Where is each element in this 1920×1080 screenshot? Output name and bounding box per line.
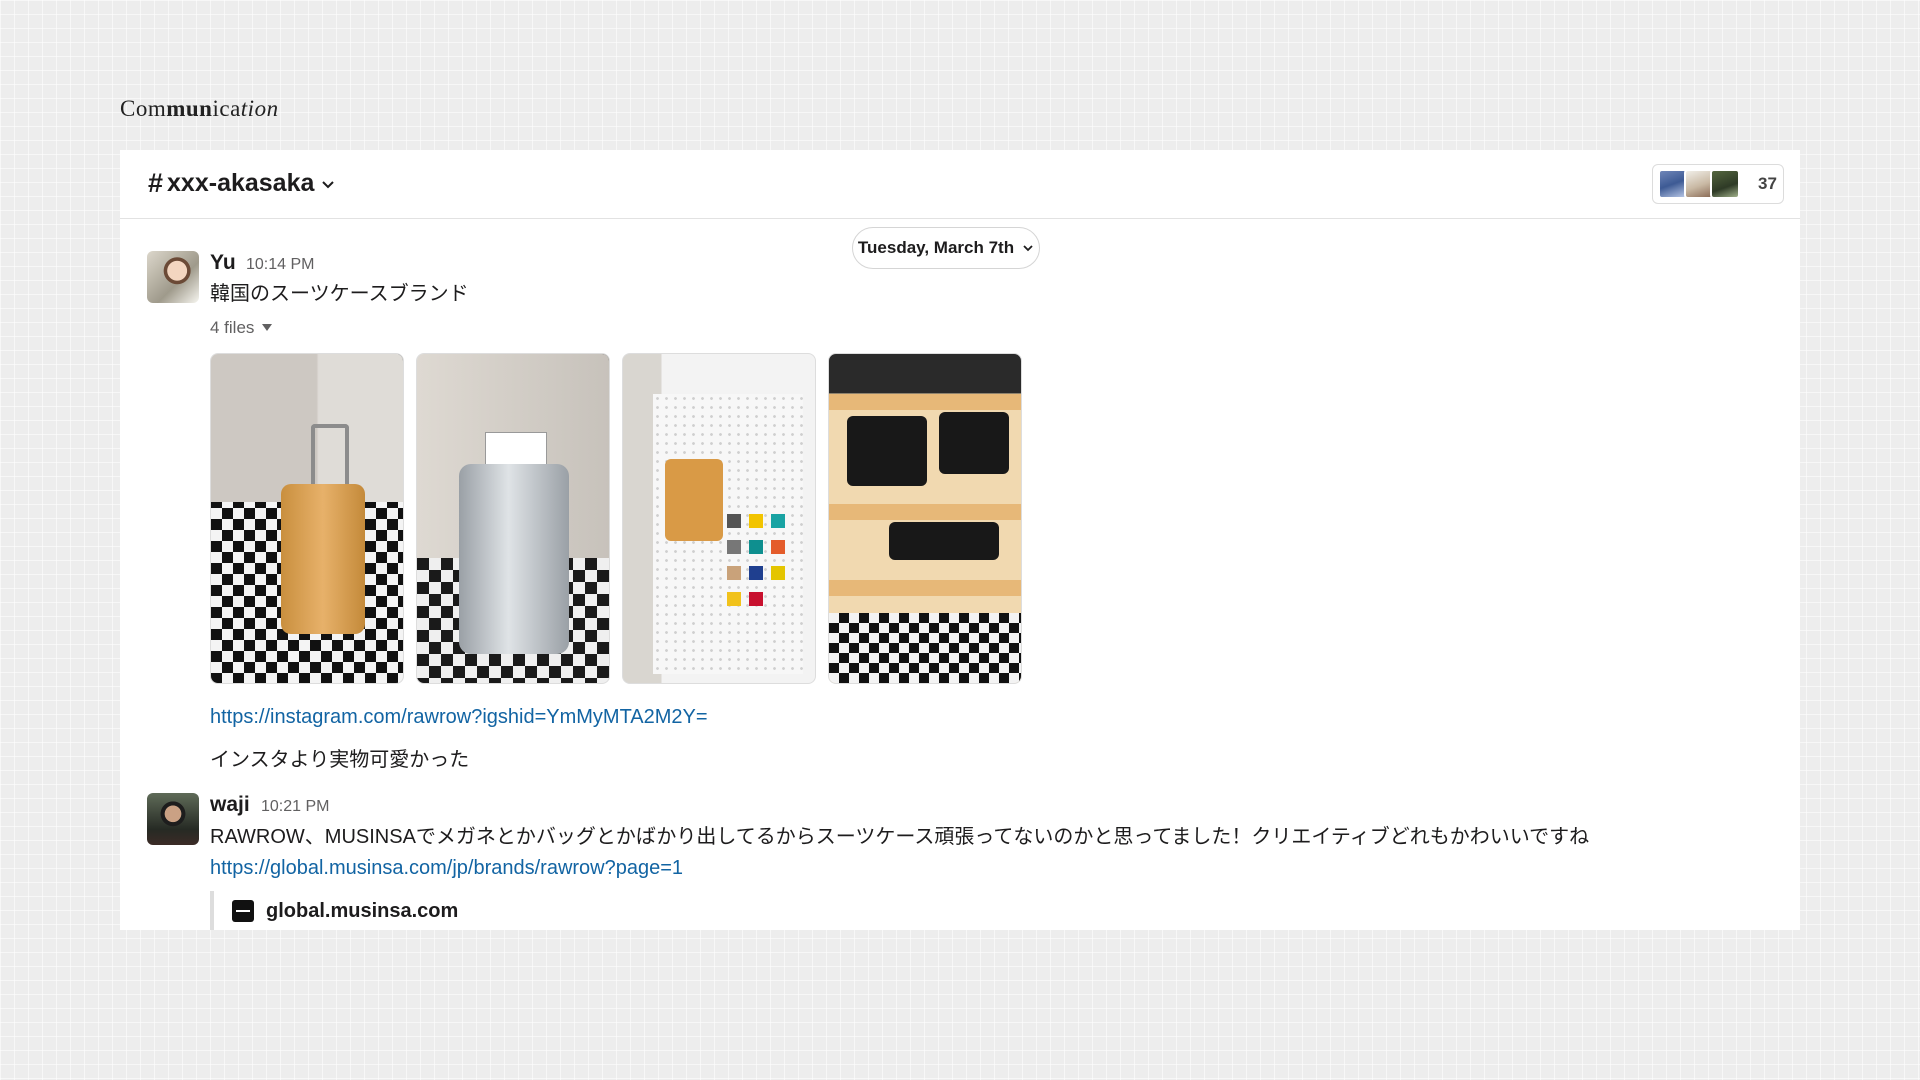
date-label: Tuesday, March 7th [857,238,1015,257]
member-avatar [1710,169,1740,199]
swatch [771,540,785,554]
channel-header: # xxx-akasaka 37 [120,150,1800,219]
message-author[interactable]: waji [210,793,250,817]
chevron-down-icon [1023,245,1033,252]
swatch [749,566,763,580]
bag-shape [847,416,927,486]
brand-part-1: Com [120,96,167,121]
brand-part-2: mun [166,96,213,121]
shelf [829,504,1021,520]
shelf [829,394,1021,410]
swatch [771,514,785,528]
instagram-link[interactable]: https://instagram.com/rawrow?igshid=YmMy… [210,703,708,731]
image-thumbnail-bag-shelves[interactable] [828,353,1022,684]
chevron-down-icon [322,180,335,188]
image-thumbnail-display-board[interactable] [622,353,816,684]
swatch [727,566,741,580]
link-preview[interactable]: global.musinsa.com [210,891,458,930]
avatar[interactable] [147,251,199,303]
image-thumbnail-silver-suitcase[interactable] [416,353,610,684]
message-timestamp[interactable]: 10:21 PM [261,798,329,816]
site-favicon-icon [232,900,254,922]
channel-name-button[interactable]: # xxx-akasaka [148,168,336,199]
message-author[interactable]: Yu [210,251,236,275]
swatch [727,514,741,528]
files-count-label: 4 files [210,318,255,337]
suitcase-shape [665,459,723,541]
message-text: インスタより実物可愛かった [210,749,470,771]
slack-panel: # xxx-akasaka 37 Tuesday, March 7th Yu 1… [120,150,1800,930]
files-toggle[interactable]: 4 files [210,318,273,338]
suitcase-shape [459,464,569,654]
musinsa-link[interactable]: https://global.musinsa.com/jp/brands/raw… [210,854,683,882]
suitcase-shape [281,484,365,634]
hash-icon: # [148,168,164,198]
swatch [771,566,785,580]
image-attachments [210,353,1022,684]
bag-shape [889,522,999,560]
swatch [727,592,741,606]
date-divider-button[interactable]: Tuesday, March 7th [852,227,1040,269]
avatar[interactable] [147,793,199,845]
shelf [829,580,1021,596]
price-tag [485,432,547,466]
message-timestamp[interactable]: 10:14 PM [246,256,314,274]
channel-name: xxx-akasaka [167,169,315,197]
message-text: 韓国のスーツケースブランド [210,283,469,305]
suitcase-handle [311,424,349,490]
brand-wordmark: Communication [120,96,279,122]
members-button[interactable]: 37 [1652,164,1784,204]
tiled-floor [829,613,1021,683]
member-count: 37 [1758,174,1777,193]
brand-part-3: ica [212,96,241,121]
swatch [749,592,763,606]
bag-shape [939,412,1009,474]
brand-part-4: tion [240,96,279,121]
swatch [727,540,741,554]
message-text: RAWROW、MUSINSAでメガネとかバッグとかばかり出してるからスーツケース… [210,826,1590,848]
caret-down-icon [262,324,273,331]
swatch [749,514,763,528]
link-preview-title: global.musinsa.com [266,899,459,922]
swatch [749,540,763,554]
image-thumbnail-orange-suitcase[interactable] [210,353,404,684]
